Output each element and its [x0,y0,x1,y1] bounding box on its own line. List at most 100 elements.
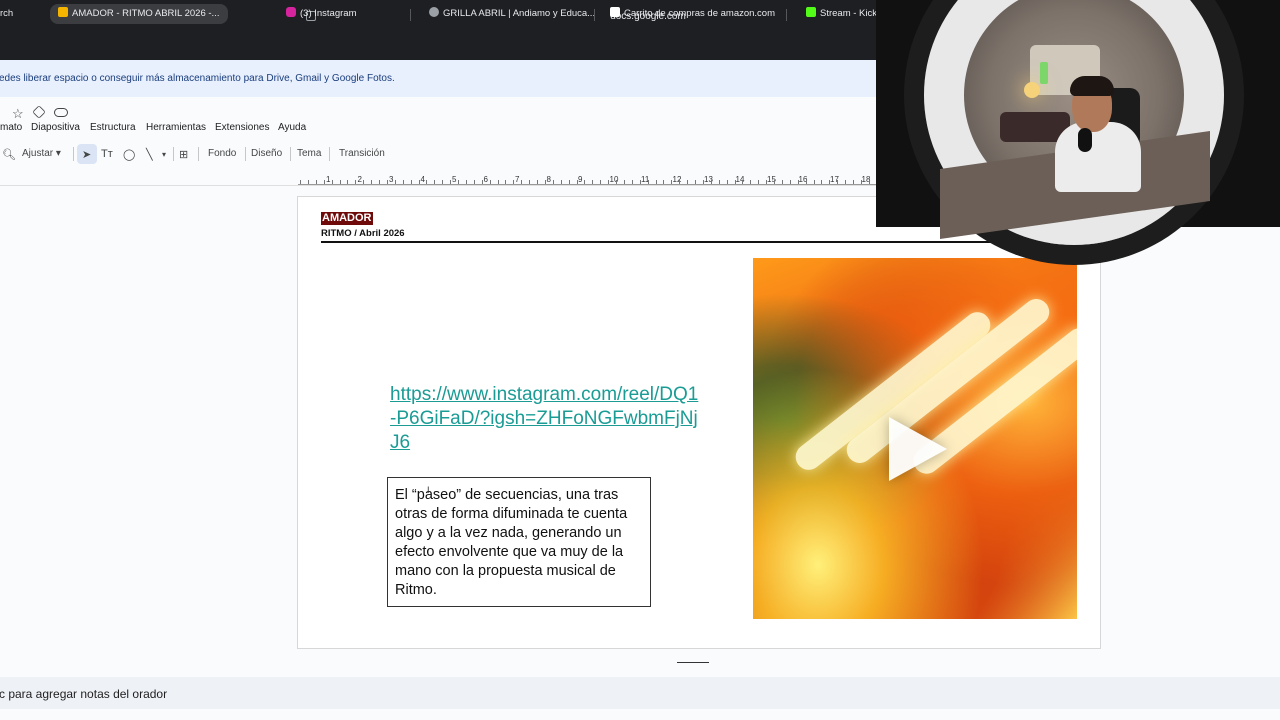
toolbar-separator [173,147,174,161]
zoom-select[interactable]: Ajustar ▾ [22,148,61,159]
ruler-tick [347,180,349,184]
ruler-tick [537,180,538,184]
star-icon[interactable]: ☆ [12,106,24,122]
ruler-number: 6 [483,175,488,184]
menu-herramientas[interactable]: Herramientas [146,122,206,133]
diseno-button[interactable]: Diseño [251,148,282,159]
chevron-down-icon: ▾ [55,148,61,159]
cloud-status-icon[interactable] [54,108,68,117]
ruler-tick [363,180,365,184]
slide-header-rule[interactable] [321,241,1077,243]
slide-scroll-indicator [677,662,709,663]
shape-icon[interactable]: ◯ [123,148,135,161]
ruler-tick [442,180,444,184]
tab-separator [786,9,787,21]
ruler-tick [592,180,594,184]
ruler-tick [829,180,831,184]
line-dropdown-icon[interactable]: ▾ [162,150,166,159]
speaker-notes-placeholder[interactable]: c para agregar notas del orador [0,687,167,701]
tab-instagram[interactable]: (3) Instagram [286,4,357,24]
ruler-tick [860,180,862,184]
ruler-tick [560,180,562,184]
zoom-icon[interactable]: 🔍︎ [2,148,16,161]
ruler-tick [315,180,317,184]
zoom-label: Ajustar [22,148,54,159]
ruler-tick [394,180,396,184]
amazon-favicon-icon [610,7,620,17]
tab-amador-slides[interactable]: AMADOR - RITMO ABRIL 2026 -... [50,4,228,24]
menu-formato[interactable]: mato [0,122,22,133]
ruler-tick [584,180,586,184]
ruler-tick [600,180,602,184]
play-icon[interactable] [889,417,947,481]
slide-brand-label[interactable]: AMADOR [321,212,373,225]
tab-label: GRILLA ABRIL | Andiamo y Educa... [443,8,596,19]
tab-grilla-abril[interactable]: GRILLA ABRIL | Andiamo y Educa... [429,4,595,24]
ruler-tick [853,180,854,184]
ruler-tick [631,180,633,184]
ruler-tick [813,180,815,184]
ruler-tick [750,180,752,184]
slide-subtitle[interactable]: RITMO / Abril 2026 [321,228,405,239]
toolbar-separator [198,147,199,161]
ruler-tick [868,180,870,184]
ruler-tick [797,180,799,184]
menu-diapositiva[interactable]: Diapositiva [31,122,80,133]
ruler-tick [568,180,570,184]
text-cursor-icon: I [427,485,430,495]
text-box-icon[interactable]: Tт [101,148,113,160]
ruler-tick [473,180,475,184]
ruler-tick [623,180,625,184]
ruler-tick [695,180,696,184]
ruler-tick [481,180,483,184]
ruler-tick [513,180,515,184]
ruler-number: 7 [515,175,520,184]
ruler-tick [552,180,554,184]
toolbar-separator [290,147,291,161]
ruler-tick [805,180,807,184]
ruler-tick [781,180,783,184]
tab-amazon[interactable]: Carrito de compras de amazon.com [610,4,775,24]
tab-search[interactable]: rch [0,4,13,24]
ruler-tick [355,180,357,184]
fondo-button[interactable]: Fondo [208,148,236,159]
tab-kick[interactable]: Stream - Kick [806,4,877,24]
ruler-tick [521,180,523,184]
menu-extensiones[interactable]: Extensiones [215,122,269,133]
ruler-tick [679,180,681,184]
tab-separator [410,9,411,21]
ruler-number: 1 [326,175,331,184]
instagram-reel-link[interactable]: https://www.instagram.com/reel/DQ1-P6GiF… [390,383,700,455]
ruler-tick [766,180,768,184]
ruler-tick [639,180,641,184]
speaker-notes-panel[interactable] [0,677,1280,709]
tab-label: AMADOR - RITMO ABRIL 2026 -... [72,8,220,19]
ruler-tick [726,180,728,184]
menu-estructura[interactable]: Estructura [90,122,136,133]
line-icon[interactable]: ╲ [146,148,153,161]
tema-button[interactable]: Tema [297,148,321,159]
slide-body-textbox[interactable]: El “paseo” de secuencias, una tras otras… [387,477,651,607]
ruler-tick [402,180,404,184]
kick-favicon-icon [806,7,816,17]
ruler-tick [655,180,657,184]
menu-ayuda[interactable]: Ayuda [278,122,306,133]
transicion-button[interactable]: Transición [339,148,385,159]
comment-icon[interactable]: ⊞ [179,148,188,161]
ruler-tick [434,180,436,184]
tab-label: (3) Instagram [300,8,357,19]
ruler-tick [687,180,689,184]
slides-favicon-icon [58,7,68,17]
instagram-favicon-icon [286,7,296,17]
ruler-tick [465,180,467,184]
select-cursor-icon[interactable]: ➤ [82,148,91,161]
ruler-number: 10 [609,175,619,184]
ruler-tick [734,180,736,184]
ruler-tick [371,180,373,184]
webcam-person-hair [1070,76,1114,96]
ruler-number: 8 [546,175,551,184]
ruler-tick [710,180,712,184]
ruler-tick [418,180,420,184]
page-favicon-icon [429,7,439,17]
webcam-lamp [1024,82,1040,98]
